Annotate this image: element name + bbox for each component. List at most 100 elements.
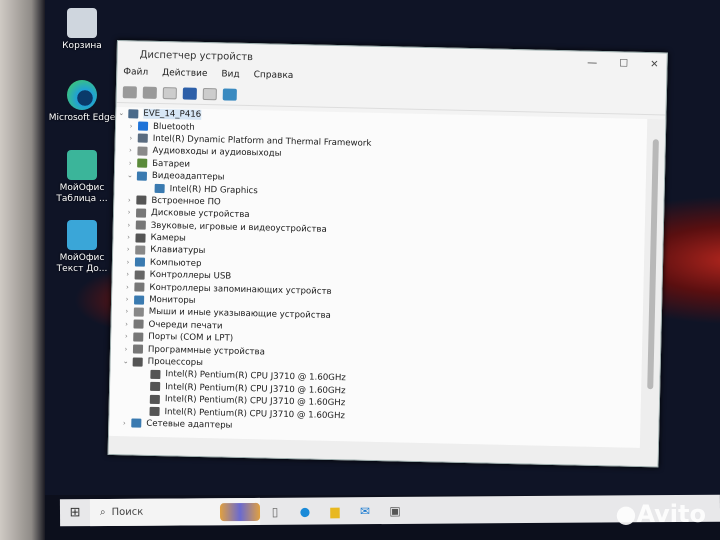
chevron-right-icon[interactable]: › [125, 159, 135, 167]
device-icon [137, 158, 148, 168]
tree-item-label: Bluetooth [152, 121, 195, 133]
tree-item-label: Клавиатуры [150, 245, 206, 257]
task-view-icon[interactable]: ▯ [260, 504, 290, 518]
tree-item-label: Батареи [152, 158, 191, 170]
tree-item-label: Видеоадаптеры [151, 170, 225, 183]
edge-taskbar-icon[interactable]: ● [290, 504, 320, 518]
device-icon [134, 270, 145, 280]
device-icon [132, 356, 143, 367]
desktop-icon-myoffice-text[interactable]: МойОфис Текст До... [47, 220, 117, 275]
device-icon [149, 394, 160, 404]
maximize-button[interactable]: ☐ [619, 58, 628, 69]
myoffice-table-icon [67, 150, 97, 180]
chevron-right-icon[interactable]: › [121, 320, 131, 328]
device-icon [135, 220, 146, 230]
view-icon[interactable] [202, 87, 217, 100]
watermark-text: Avito [636, 500, 706, 528]
chevron-right-icon[interactable]: › [122, 283, 132, 291]
search-highlight-icon [219, 502, 261, 521]
device-icon [150, 382, 161, 392]
device-icon [137, 146, 148, 156]
mail-icon[interactable]: ✉ [350, 504, 380, 518]
window-title: Диспетчер устройств [139, 49, 254, 63]
chevron-down-icon[interactable]: ⌄ [121, 357, 131, 365]
device-icon [134, 257, 146, 268]
device-icon [131, 418, 142, 429]
properties-icon[interactable] [162, 86, 177, 99]
recycle-bin-icon [67, 8, 97, 38]
device-icon [154, 183, 165, 194]
tree-item-label: Порты (COM и LPT) [148, 332, 234, 344]
icon-label: Корзина [62, 41, 102, 51]
minimize-button[interactable]: — [587, 58, 597, 69]
icon-label: Microsoft Edge [48, 113, 116, 123]
chevron-right-icon[interactable]: › [124, 209, 134, 217]
tree-item-label: Контроллеры USB [149, 270, 232, 282]
desktop-icon-recycle-bin[interactable]: Корзина [47, 8, 117, 52]
close-button[interactable]: ✕ [650, 59, 659, 70]
tree-item-label: Встроенное ПО [151, 195, 221, 208]
device-icon [133, 307, 144, 317]
device-icon [136, 171, 148, 181]
chevron-down-icon[interactable]: ⌄ [116, 109, 126, 117]
chevron-right-icon[interactable]: › [126, 122, 136, 130]
chevron-right-icon[interactable]: › [123, 270, 133, 279]
device-icon [133, 319, 144, 330]
device-icon [137, 133, 148, 144]
tree-item-label: Процессоры [147, 356, 204, 369]
chevron-right-icon[interactable]: › [123, 258, 133, 266]
screen-bezel [0, 0, 45, 540]
icon-label: МойОфис Таблица ... [56, 183, 108, 204]
chevron-right-icon[interactable]: › [124, 196, 134, 204]
device-icon [136, 195, 147, 206]
edge-icon [67, 80, 97, 110]
desktop-icon-myoffice-table[interactable]: МойОфис Таблица ... [47, 150, 117, 205]
computer-icon [128, 108, 139, 119]
chevron-right-icon[interactable]: › [123, 233, 133, 241]
device-manager-window: Диспетчер устройств — ☐ ✕ Файл Действие … [107, 40, 668, 468]
desktop-icon-edge[interactable]: Microsoft Edge [47, 80, 117, 124]
chevron-right-icon[interactable]: › [121, 332, 131, 340]
chevron-right-icon[interactable]: › [125, 147, 135, 155]
menu-help[interactable]: Справка [253, 70, 294, 85]
menu-action[interactable]: Действие [162, 68, 208, 83]
chevron-right-icon[interactable]: › [119, 419, 129, 427]
device-icon [132, 344, 144, 354]
chevron-right-icon[interactable]: › [121, 345, 131, 353]
forward-arrow-icon[interactable] [142, 86, 157, 99]
tree-item-label: Очереди печати [148, 319, 223, 332]
search-icon: ⌕ [99, 506, 106, 519]
chevron-right-icon[interactable]: › [122, 295, 132, 303]
search-box[interactable]: ⌕ Поиск [89, 497, 261, 527]
chevron-right-icon[interactable]: › [124, 221, 134, 229]
chevron-right-icon[interactable]: › [126, 134, 136, 142]
back-arrow-icon[interactable] [122, 85, 137, 98]
menu-file[interactable]: Файл [123, 67, 148, 82]
myoffice-text-icon [67, 220, 97, 250]
device-icon [134, 282, 145, 292]
tree-item-label: Мониторы [148, 294, 196, 306]
file-explorer-icon[interactable]: ▆ [320, 504, 350, 518]
menu-view[interactable]: Вид [221, 69, 239, 83]
device-icon [135, 233, 146, 243]
tree-item-label: Дисковые устройства [150, 208, 250, 221]
search-placeholder: Поиск [111, 506, 144, 518]
device-icon [149, 406, 160, 417]
root-label: EVE_14_P416 [143, 108, 202, 121]
windows-start-icon[interactable]: ⊞ [60, 505, 90, 520]
scroll-thumb[interactable] [647, 139, 659, 390]
tree-item-label: Сетевые адаптеры [146, 418, 233, 431]
icon-label: МойОфис Текст До... [56, 253, 108, 274]
help-icon[interactable] [182, 87, 197, 100]
avito-watermark: ●Avito [615, 500, 706, 528]
chevron-down-icon[interactable]: ⌄ [125, 171, 135, 179]
monitor-icon[interactable] [222, 87, 237, 101]
device-manager-taskbar-icon[interactable]: ▣ [380, 503, 410, 517]
device-icon [135, 245, 146, 255]
chevron-right-icon[interactable]: › [122, 308, 132, 316]
chevron-right-icon[interactable]: › [123, 246, 133, 254]
device-icon [150, 369, 161, 379]
device-icon [134, 295, 145, 305]
device-icon [135, 208, 147, 218]
device-icon [137, 121, 149, 131]
